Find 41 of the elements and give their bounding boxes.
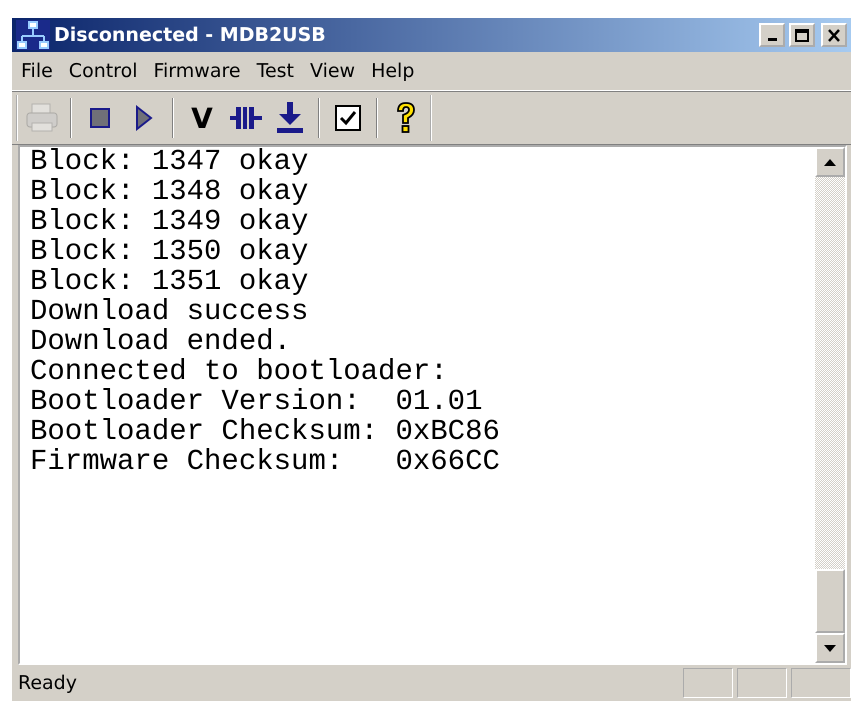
help-icon [395, 101, 417, 135]
status-text: Ready [18, 672, 78, 694]
status-pane [683, 668, 733, 698]
checkmark-icon [339, 110, 357, 126]
window-title: Disconnected - MDB2USB [54, 24, 327, 46]
up-arrow-icon [824, 158, 836, 166]
stop-icon [89, 107, 111, 129]
menu-item[interactable]: Test [250, 60, 301, 82]
minimize-icon [768, 38, 776, 40]
menu-item[interactable]: Help [364, 60, 422, 82]
minimize-button[interactable] [759, 23, 785, 47]
log-line: Download ended. [30, 327, 292, 357]
menu-item[interactable]: View [302, 60, 362, 82]
log-line: Block: 1349 okay [30, 207, 308, 237]
status-pane [791, 668, 851, 698]
log-line: Block: 1347 okay [30, 147, 308, 177]
log-line: Connected to bootloader: [30, 357, 448, 387]
maximize-icon [795, 28, 809, 42]
log-line: Block: 1348 okay [30, 177, 308, 207]
menu-item[interactable]: Control [62, 60, 144, 82]
status-pane [737, 668, 787, 698]
scrollbar-thumb[interactable] [815, 569, 845, 633]
download-icon [275, 102, 305, 134]
close-icon [827, 28, 841, 42]
play-icon [135, 105, 153, 131]
log-line: Bootloader Version: 01.01 [30, 387, 482, 417]
log-line: Firmware Checksum: 0x66CC [30, 447, 500, 477]
log-line: Block: 1351 okay [30, 267, 308, 297]
vertical-scrollbar[interactable] [815, 147, 845, 663]
scroll-down-button[interactable] [815, 633, 845, 663]
maximize-button[interactable] [789, 23, 815, 47]
menu-item[interactable]: File [14, 60, 60, 82]
toolbar-button[interactable]: V [182, 97, 222, 139]
log-line: Block: 1350 okay [30, 237, 308, 267]
down-arrow-icon [824, 644, 836, 652]
close-button[interactable] [821, 23, 847, 47]
menu-item[interactable]: Firmware [146, 60, 248, 82]
network-icon [16, 20, 50, 50]
scroll-up-button[interactable] [815, 147, 845, 177]
log-line: Bootloader Checksum: 0xBC86 [30, 417, 500, 447]
log-line: Download success [30, 297, 308, 327]
